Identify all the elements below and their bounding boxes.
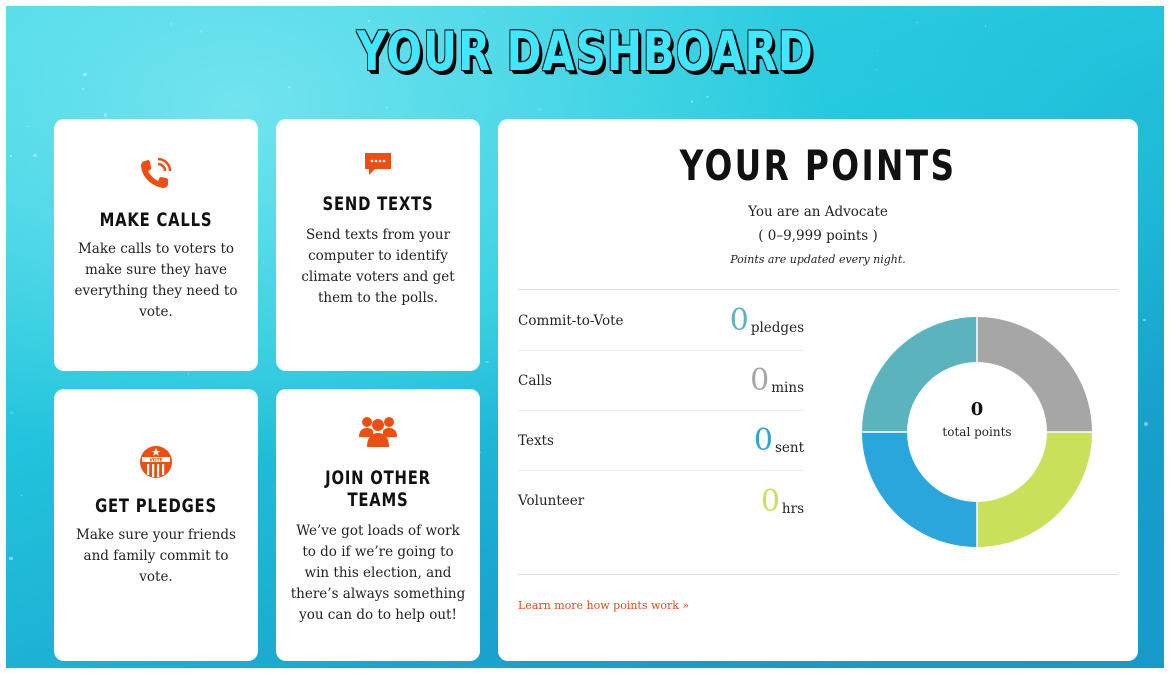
send-texts-title: SEND TEXTS	[322, 193, 434, 215]
background-speckle	[20, 494, 22, 496]
points-title: YOUR POINTS	[679, 141, 957, 190]
chat-bubble-icon	[365, 153, 391, 175]
background-speckle	[83, 73, 87, 77]
stat-label: Commit-to-Vote	[518, 313, 624, 329]
stat-row-commit-to-vote: Commit-to-Vote 0 pledges	[518, 291, 804, 351]
make-calls-description: Make calls to voters to make sure they h…	[74, 241, 238, 320]
background-speckle	[187, 373, 190, 376]
svg-text:VOTE: VOTE	[149, 457, 162, 463]
join-teams-description: We’ve got loads of work to do if we’re g…	[290, 523, 466, 623]
make-calls-title: MAKE CALLS	[99, 209, 213, 231]
stat-value: 0	[750, 363, 770, 398]
level-text: You are an Advocate	[748, 204, 888, 220]
stat-label: Calls	[518, 373, 552, 389]
stat-row-calls: Calls 0 mins	[518, 351, 804, 411]
make-calls-card[interactable]: MAKE CALLS Make calls to voters to make …	[54, 119, 258, 371]
background-speckle	[272, 485, 275, 488]
stat-value: 0	[729, 303, 749, 338]
background-speckle	[1144, 422, 1149, 426]
stat-label: Texts	[518, 433, 554, 449]
background-speckle	[10, 411, 13, 415]
total-points-label: total points	[942, 425, 1012, 439]
stat-value: 0	[760, 484, 780, 519]
donut-segment-volunteer	[977, 432, 1092, 547]
background-speckle	[538, 108, 541, 110]
stat-unit: pledges	[750, 320, 804, 336]
join-teams-card[interactable]: JOIN OTHER TEAMS We’ve got loads of work…	[276, 389, 480, 661]
divider	[518, 289, 1118, 290]
get-pledges-description: Make sure your friends and family commit…	[76, 527, 236, 585]
background-speckle	[288, 85, 292, 88]
background-speckle	[485, 360, 490, 363]
background-speckle	[9, 154, 12, 157]
background-speckle	[706, 96, 710, 98]
divider	[518, 574, 1118, 575]
background-speckle	[26, 125, 30, 128]
send-texts-card[interactable]: SEND TEXTS Send texts from your computer…	[276, 119, 480, 371]
stat-row-volunteer: Volunteer 0 hrs	[518, 471, 804, 531]
background-speckle	[690, 99, 693, 103]
get-pledges-title: GET PLEDGES	[95, 495, 217, 517]
vote-badge-icon: VOTE	[140, 446, 172, 478]
phone-icon	[141, 157, 172, 188]
stat-label: Volunteer	[518, 493, 585, 509]
level-range: ( 0–9,999 points )	[758, 228, 878, 244]
stat-value: 0	[753, 423, 773, 458]
stat-unit: sent	[774, 440, 804, 456]
stat-unit: mins	[771, 380, 804, 396]
group-icon	[359, 417, 397, 447]
background-speckle	[482, 11, 485, 13]
page-title: YOUR DASHBOARD	[356, 20, 814, 83]
send-texts-description: Send texts from your computer to identif…	[301, 227, 455, 306]
total-points-value: 0	[970, 399, 984, 420]
dashboard-background: YOUR DASHBOARD MAKE CALLS Make calls to …	[6, 6, 1164, 668]
get-pledges-card[interactable]: VOTE GET PLEDGES Make sure your friends …	[54, 389, 258, 661]
stat-unit: hrs	[781, 501, 804, 517]
background-speckle	[32, 154, 37, 157]
background-speckle	[385, 106, 388, 109]
stat-row-texts: Texts 0 sent	[518, 411, 804, 471]
background-speckle	[82, 87, 85, 90]
background-speckle	[103, 112, 108, 117]
join-teams-title: JOIN OTHER TEAMS	[325, 467, 431, 511]
background-speckle	[480, 452, 482, 453]
learn-more-link[interactable]: Learn more how points work »	[518, 599, 689, 612]
donut-segment-texts	[862, 432, 977, 547]
background-speckle	[262, 261, 265, 263]
points-panel: YOUR POINTS You are an Advocate ( 0–9,99…	[498, 119, 1138, 661]
update-note: Points are updated every night.	[730, 253, 906, 266]
background-speckle	[1142, 319, 1146, 322]
background-speckle	[9, 557, 14, 560]
